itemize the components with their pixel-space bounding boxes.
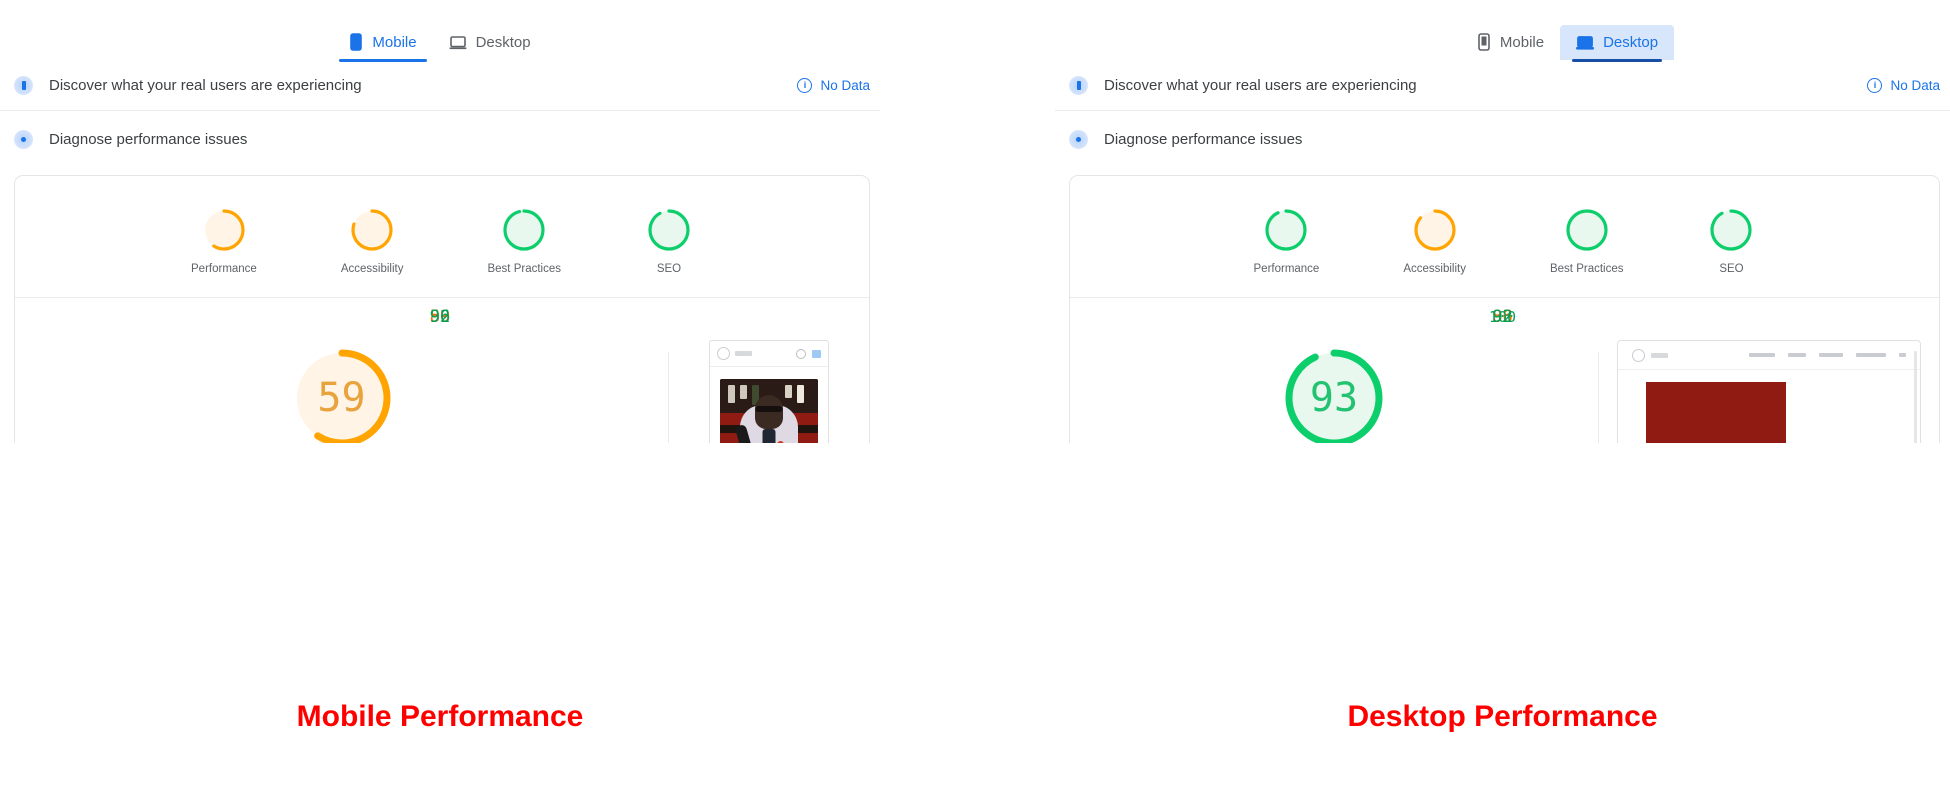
caption-mobile: Mobile Performance xyxy=(296,700,584,733)
site-logo-icon xyxy=(1632,348,1645,362)
caption-desktop: Desktop Performance xyxy=(1347,700,1658,733)
mobile-panel: Mobile Desktop Discover what your real u… xyxy=(0,0,880,733)
big-gauge-value: 59 xyxy=(317,375,366,421)
site-logo-text xyxy=(1651,352,1668,358)
panel-fade-desktop xyxy=(1055,443,1950,633)
search-icon xyxy=(796,348,806,359)
nav-link xyxy=(1856,353,1886,357)
laptop-site-header xyxy=(1618,341,1920,370)
nav-link xyxy=(1788,353,1806,357)
desktop-panel: Mobile Desktop Discover what your real u… xyxy=(1055,0,1950,733)
score-gauges-desktop: 93 Performance 86 Accessibility 100 Best… xyxy=(1070,176,1939,327)
gauge-seo[interactable]: 92 SEO xyxy=(1492,206,1755,327)
nav-link xyxy=(1899,353,1906,357)
phone-site-header xyxy=(710,341,828,367)
big-gauge-performance: 59 xyxy=(286,342,398,454)
nav-link xyxy=(1819,353,1843,357)
site-logo-icon xyxy=(717,347,730,360)
site-logo-text xyxy=(735,351,752,356)
gauge-seo[interactable]: 92 SEO xyxy=(430,206,693,327)
nav-link xyxy=(1749,353,1775,357)
comparison-stage: Mobile Desktop Discover what your real u… xyxy=(0,0,1950,798)
big-gauge-value: 93 xyxy=(1309,375,1359,421)
site-nav xyxy=(1749,353,1906,357)
score-gauges-mobile: 59 Performance 80 Accessibility 96 Best … xyxy=(15,176,869,327)
menu-icon xyxy=(812,349,821,358)
big-gauge-performance: 93 xyxy=(1278,342,1390,454)
panel-fade-mobile xyxy=(0,443,880,633)
